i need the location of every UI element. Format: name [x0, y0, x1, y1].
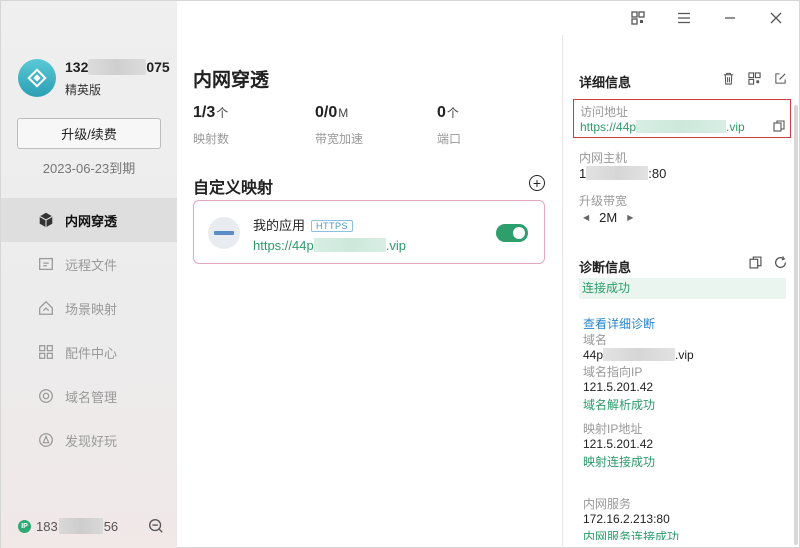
compass-icon [37, 431, 55, 449]
stat-mapping-count: 1/3个 映射数 [193, 104, 230, 146]
trash-icon [723, 72, 733, 85]
sidebar-item-discover[interactable]: 发现好玩 [1, 418, 177, 462]
view-diagnosis-link[interactable]: 查看详细诊断 [583, 315, 655, 332]
service-status: 内网服务连接成功 [583, 530, 680, 540]
delete-button[interactable] [721, 71, 735, 85]
refresh-icon[interactable] [774, 256, 787, 269]
bandwidth-stepper: ◀ 2M ▶ [583, 210, 633, 225]
mapping-name: 我的应用 HTTPS [253, 215, 354, 234]
domain-resolve-status: 域名解析成功 [583, 398, 656, 412]
qr-code-icon [631, 11, 645, 25]
host-label: 内网主机 [579, 151, 628, 165]
mapping-url[interactable]: https://44p .vip [253, 238, 406, 253]
visit-address-box: 访问地址 https://44p .vip [573, 99, 791, 138]
sidebar-item-domain[interactable]: 域名管理 [1, 374, 177, 418]
mapping-card[interactable]: 我的应用 HTTPS https://44p .vip [193, 200, 545, 264]
edit-icon [774, 72, 786, 84]
redaction-mask [88, 59, 147, 75]
public-ip: IP 183 56 [18, 518, 118, 534]
sidebar-item-label: 发现好玩 [65, 433, 118, 449]
close-button[interactable] [753, 1, 799, 35]
menu-icon [678, 12, 690, 24]
diagnosis-title: 诊断信息 [579, 260, 632, 275]
map-ip-label: 映射IP地址 [583, 422, 643, 436]
service-label: 内网服务 [583, 497, 632, 511]
domain-ip-value: 121.5.201.42 [583, 380, 654, 394]
map-connect-status: 映射连接成功 [583, 455, 656, 469]
redaction-mask [313, 238, 386, 252]
mapping-enable-toggle[interactable] [496, 224, 528, 242]
sidebar-item-label: 远程文件 [65, 257, 118, 273]
user-name: 132 075 [65, 59, 170, 75]
sidebar-item-label: 配件中心 [65, 345, 118, 361]
redaction-mask [636, 120, 727, 133]
avatar[interactable] [18, 59, 56, 97]
sidebar-item-intranet[interactable]: 内网穿透 [1, 198, 177, 242]
details-title: 详细信息 [579, 75, 632, 90]
title-bar-controls [615, 1, 799, 35]
ip-badge-icon: IP [18, 519, 31, 533]
grid-icon [37, 343, 55, 361]
sidebar-item-remote-files[interactable]: 远程文件 [1, 242, 177, 286]
expire-date: 2023-06-23到期 [42, 161, 136, 176]
increase-bandwidth-button[interactable]: ▶ [627, 213, 633, 222]
detail-scrollbar[interactable] [794, 105, 798, 545]
folder-icon [37, 255, 55, 273]
sidebar: 132 075 精英版 升级/续费 2023-06-23到期 内网穿透 远程文件 … [1, 1, 177, 548]
copy-icon[interactable] [773, 120, 785, 132]
sidebar-item-scene-mapping[interactable]: 场景映射 [1, 286, 177, 330]
add-mapping-button[interactable]: + [529, 175, 545, 191]
detail-panel: 详细信息 访问地址 https://44p .vip 内网主机 1:80 升级带宽… [562, 35, 800, 548]
minimize-icon [725, 17, 735, 19]
bandwidth-label: 升级带宽 [579, 194, 628, 208]
cube-icon [37, 211, 55, 229]
protocol-badge: HTTPS [311, 220, 354, 232]
diagnosis-toolbar [749, 256, 787, 269]
bandwidth-value: 2M [599, 210, 618, 225]
main-content: 内网穿透 1/3个 映射数 0/0M 带宽加速 0个 端口 自定义映射 + 我的… [177, 1, 562, 548]
redaction-mask [58, 518, 103, 534]
upgrade-button[interactable]: 升级/续费 [17, 118, 161, 149]
host-value: 1:80 [579, 166, 667, 181]
connection-status: 连接成功 [579, 278, 786, 299]
zoom-out-icon[interactable] [147, 517, 165, 535]
logo-icon [27, 68, 47, 88]
sidebar-item-accessories[interactable]: 配件中心 [1, 330, 177, 374]
sidebar-nav: 内网穿透 远程文件 场景映射 配件中心 域名管理 发现好玩 [1, 198, 177, 462]
section-title: 自定义映射 [193, 180, 274, 197]
copy-icon[interactable] [749, 256, 762, 269]
app-window: 132 075 精英版 升级/续费 2023-06-23到期 内网穿透 远程文件 … [0, 0, 800, 548]
close-icon [770, 12, 782, 24]
details-toolbar [721, 71, 787, 85]
sidebar-item-label: 场景映射 [65, 301, 118, 317]
domain-value: 44p .vip [583, 348, 694, 362]
globe-icon [37, 387, 55, 405]
app-icon [208, 217, 240, 249]
decrease-bandwidth-button[interactable]: ◀ [583, 213, 589, 222]
sidebar-item-label: 域名管理 [65, 389, 118, 405]
visit-address-label: 访问地址 [580, 105, 629, 119]
menu-button[interactable] [661, 1, 707, 35]
page-title: 内网穿透 [193, 70, 270, 91]
stat-ports: 0个 端口 [437, 104, 462, 146]
visit-address-url[interactable]: https://44p .vip [580, 120, 745, 134]
stats-row: 1/3个 映射数 0/0M 带宽加速 0个 端口 [193, 104, 559, 147]
service-value: 172.16.2.213:80 [583, 512, 670, 526]
qr-code-button[interactable] [615, 1, 661, 35]
qr-code-icon [747, 71, 761, 85]
edit-button[interactable] [773, 71, 787, 85]
domain-ip-label: 域名指向IP [583, 365, 643, 379]
domain-label: 域名 [583, 333, 608, 347]
user-level: 精英版 [65, 83, 102, 97]
redaction-mask [603, 348, 676, 361]
qr-share-button[interactable] [747, 71, 761, 85]
sidebar-item-label: 内网穿透 [65, 213, 118, 229]
stat-bandwidth: 0/0M 带宽加速 [315, 104, 364, 146]
map-ip-value: 121.5.201.42 [583, 437, 654, 451]
minimize-button[interactable] [707, 1, 753, 35]
redaction-mask [586, 166, 649, 180]
house-icon [37, 299, 55, 317]
